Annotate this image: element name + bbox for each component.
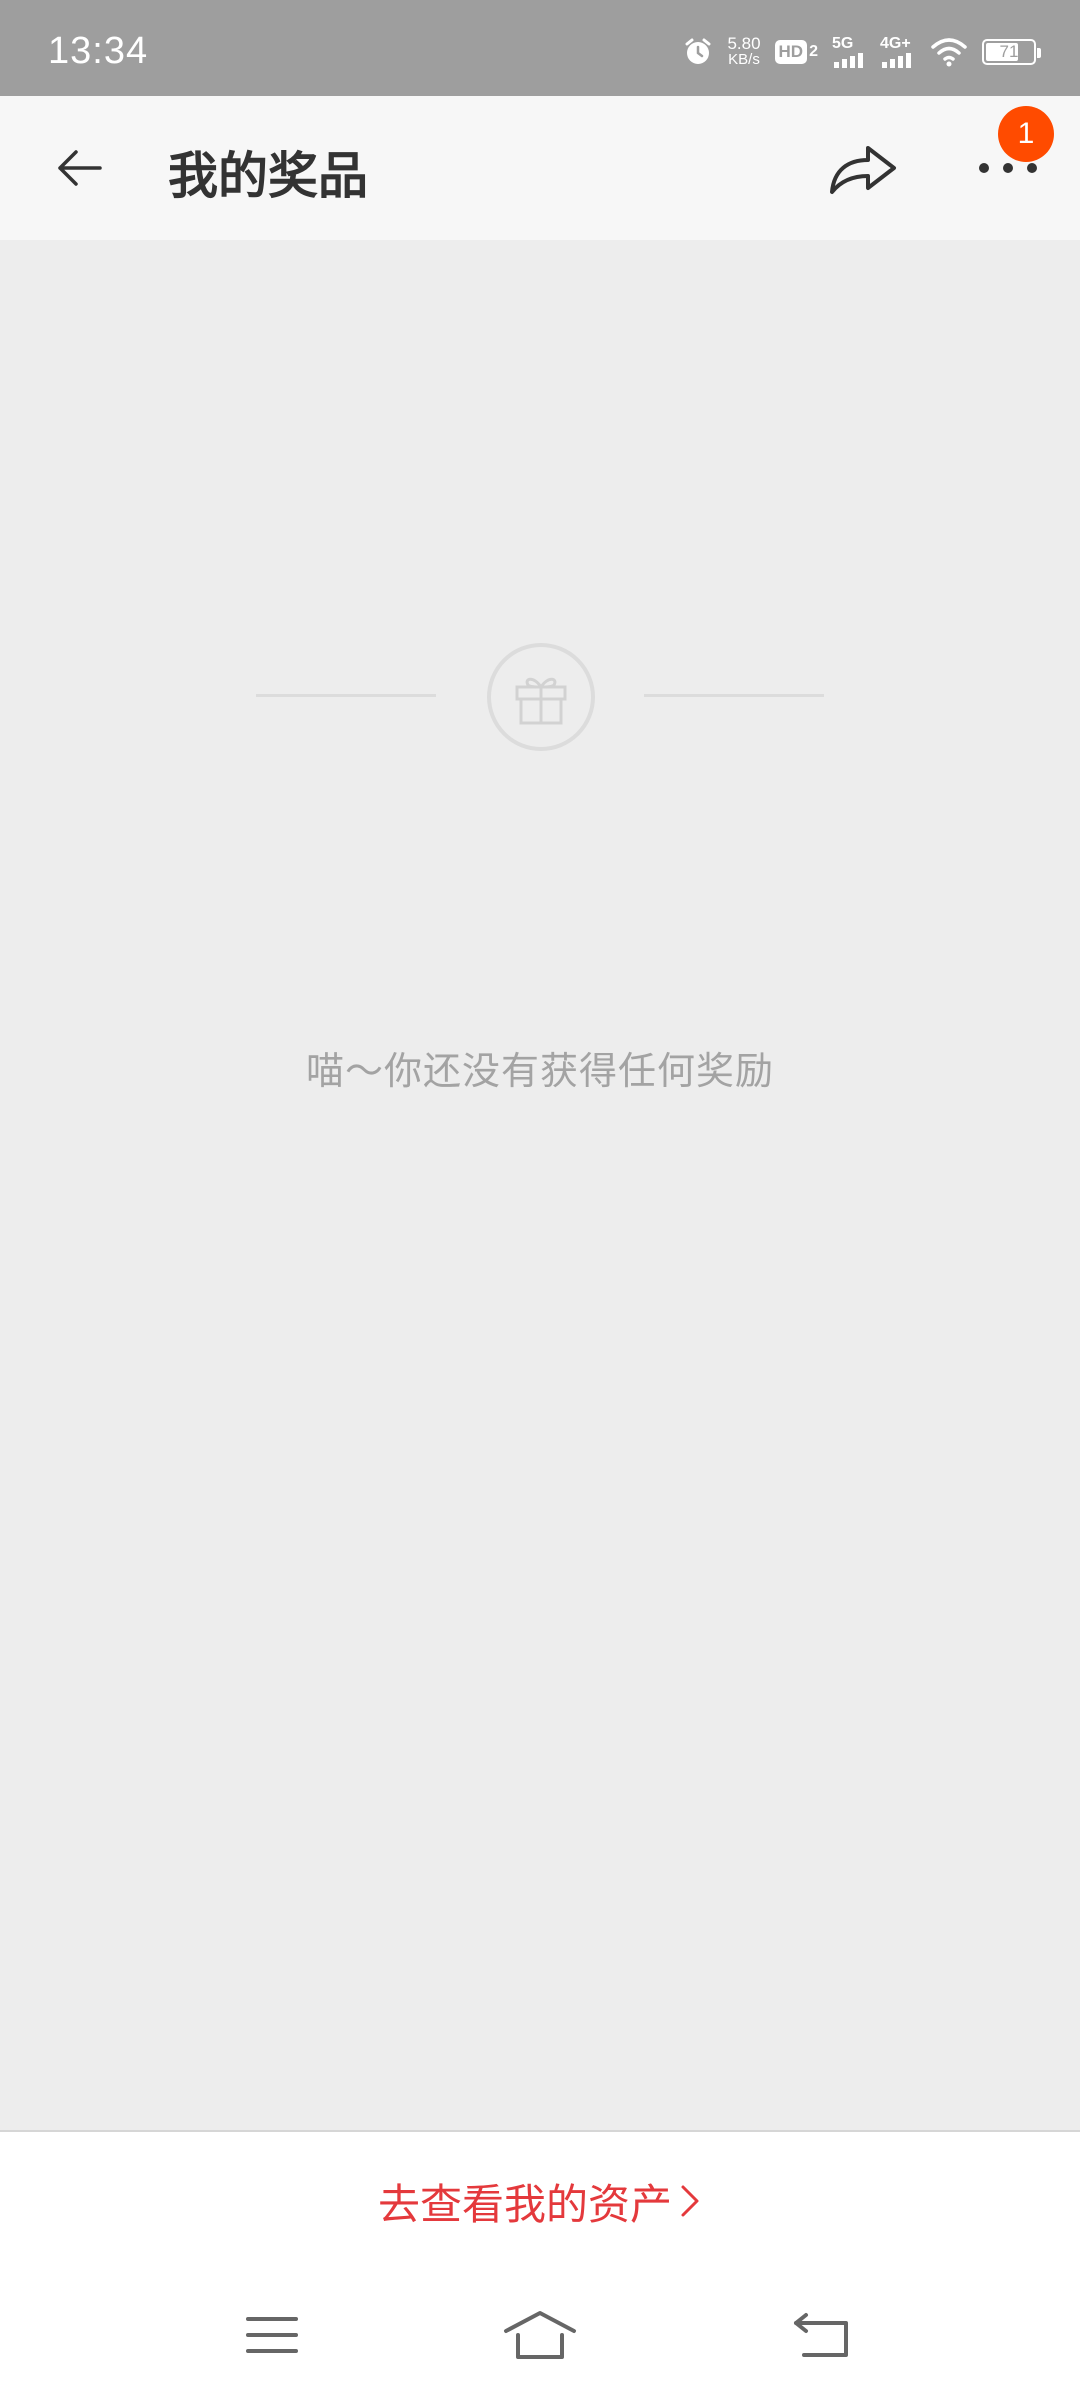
share-icon	[830, 146, 896, 194]
alarm-icon	[683, 37, 713, 67]
back-button[interactable]	[44, 132, 116, 204]
hd-icon: HD 2	[774, 40, 818, 64]
status-time: 13:34	[48, 30, 149, 72]
hd-label: HD	[774, 40, 808, 64]
prize-list-empty: 喵～你还没有获得任何奖励	[0, 240, 1080, 2130]
chevron-right-icon	[681, 2185, 699, 2217]
home-icon	[504, 2311, 576, 2359]
signal-5g-label: 5G	[832, 35, 854, 52]
wifi-icon	[930, 37, 968, 67]
divider-right	[644, 694, 824, 697]
net-speed-value: 5.80	[727, 34, 761, 53]
status-bar: 13:34 5.80 KB/s HD 2 5G 4G+ 71	[0, 0, 1080, 96]
empty-message: 喵～你还没有获得任何奖励	[305, 1049, 774, 1093]
arrow-left-icon	[58, 150, 102, 186]
notification-badge: 1	[998, 106, 1054, 162]
page-title: 我的奖品	[168, 147, 368, 205]
menu-icon	[246, 2317, 298, 2353]
share-button[interactable]	[820, 130, 908, 206]
divider-left	[256, 694, 436, 697]
signal-4g-label: 4G+	[880, 35, 911, 52]
nav-menu-button[interactable]	[232, 2300, 312, 2370]
battery-icon: 71	[982, 39, 1041, 65]
nav-home-button[interactable]	[500, 2300, 580, 2370]
status-icons: 5.80 KB/s HD 2 5G 4G+ 71	[683, 32, 1041, 72]
hd-sub: 2	[809, 43, 818, 60]
net-speed-unit: KB/s	[728, 51, 760, 68]
battery-percent: 71	[999, 42, 1019, 61]
net-speed: 5.80 KB/s	[727, 34, 761, 68]
system-nav-bar	[0, 2270, 1080, 2400]
back-icon	[794, 2313, 848, 2357]
gift-icon	[486, 642, 596, 752]
view-assets-link[interactable]: 去查看我的资产	[378, 2171, 702, 2232]
view-assets-label: 去查看我的资产	[377, 2179, 672, 2229]
nav-back-button[interactable]	[782, 2300, 862, 2370]
signal-5g-icon: 5G	[832, 36, 866, 68]
header-bar: 我的奖品	[0, 96, 1080, 240]
bottom-action-bar: 去查看我的资产	[0, 2130, 1080, 2270]
signal-4g-icon: 4G+	[880, 36, 916, 68]
